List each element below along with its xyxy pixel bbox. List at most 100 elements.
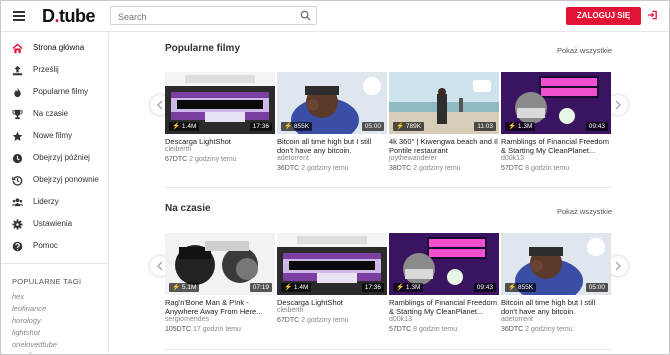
views-badge: ⚡ 1.3M — [393, 283, 424, 292]
sidebar-item-label: Strona główna — [33, 43, 85, 52]
tag-link[interactable]: hex — [12, 292, 24, 301]
home-icon — [12, 43, 23, 54]
views-badge: ⚡ 1.4M — [169, 122, 200, 131]
video-meta: 57DTC 8 godzin temu — [501, 165, 569, 172]
video-meta: 38DTC 2 godziny temu — [389, 165, 461, 172]
video-age: 2 godziny temu — [413, 165, 461, 172]
sidebar-item-label: Liderzy — [33, 197, 59, 206]
video-author[interactable]: d00k13 — [501, 155, 524, 162]
video-author[interactable]: d00k13 — [389, 316, 412, 323]
video-thumbnail[interactable]: ⚡ 1.3M 09:43 — [501, 72, 611, 134]
search-icon[interactable] — [300, 10, 311, 21]
sidebar-item-popular[interactable]: Popularne filmy — [1, 82, 109, 104]
bolt-icon: ⚡ — [396, 123, 405, 130]
sidebar-item-new[interactable]: Nowe filmy — [1, 126, 109, 148]
duration-badge: 05:00 — [361, 122, 384, 131]
sidebar-item-label: Ustawienia — [33, 219, 73, 228]
tag-link[interactable]: lightshot — [12, 328, 40, 337]
video-author[interactable]: cleiberth — [277, 307, 303, 314]
tag-link[interactable]: zanzibar — [12, 351, 40, 354]
gear-icon — [12, 219, 23, 230]
dtc-value: 36DTC — [501, 326, 524, 333]
sidebar-item-settings[interactable]: Ustawienia — [1, 214, 109, 236]
sidebar-item-trending[interactable]: Na czasie — [1, 104, 109, 126]
views-count: 1.3M — [405, 284, 421, 291]
carousel-next-button[interactable] — [608, 95, 628, 115]
video-title[interactable]: 4k 360° | Kiwengwa beach and Il Pontile … — [389, 137, 499, 155]
dtube-logo[interactable]: D.tube — [42, 6, 96, 27]
video-title[interactable]: Ramblings of Financial Freedom & Startin… — [389, 298, 499, 316]
video-author[interactable]: adetorrent — [501, 316, 533, 323]
show-all-link[interactable]: Pokaż wszystkie — [550, 207, 612, 217]
sidebar-item-upload[interactable]: Prześlij — [1, 60, 109, 82]
video-thumbnail[interactable]: ⚡ 1.4M 17:36 — [277, 233, 387, 295]
sidebar-item-help[interactable]: Pomoc — [1, 236, 109, 258]
upload-icon — [12, 65, 23, 76]
dtc-value: 57DTC — [389, 326, 412, 333]
duration-badge: 05:00 — [585, 283, 608, 292]
video-meta: 67DTC 2 godziny temu — [165, 156, 237, 163]
video-title[interactable]: Ramblings of Financial Freedom & Startin… — [501, 137, 611, 155]
video-author[interactable]: cleiberth — [165, 146, 191, 153]
show-all-link[interactable]: Pokaż wszystkie — [550, 46, 612, 56]
video-meta: 105DTC 17 godzin temu — [165, 326, 241, 333]
duration-badge: 11:03 — [474, 122, 496, 131]
video-thumbnail[interactable]: ⚡ 789K 11:03 — [389, 72, 499, 134]
bolt-icon: ⚡ — [508, 123, 517, 130]
search-input[interactable] — [111, 8, 291, 26]
menu-icon[interactable] — [13, 11, 25, 21]
video-thumbnail[interactable]: ⚡ 855K 05:00 — [501, 233, 611, 295]
bolt-icon: ⚡ — [508, 284, 517, 291]
video-author[interactable]: joythewanderer — [389, 155, 437, 162]
history-icon — [12, 176, 23, 186]
video-title[interactable]: Descarga LightShot — [165, 137, 275, 146]
tag-link[interactable]: horology — [12, 316, 41, 325]
section-title-trending: Na czasie — [165, 203, 211, 214]
chevron-left-icon — [157, 261, 163, 271]
video-title[interactable]: Descarga LightShot — [277, 298, 387, 307]
video-author[interactable]: sergiomendes — [165, 316, 209, 323]
sign-in-icon[interactable] — [647, 9, 658, 21]
video-thumbnail[interactable]: ⚡ 5.1M 07:19 — [165, 233, 275, 295]
sidebar-item-leaders[interactable]: Liderzy — [1, 192, 109, 214]
bolt-icon: ⚡ — [172, 284, 181, 291]
sidebar-item-home[interactable]: Strona główna — [1, 38, 109, 60]
sidebar: Strona główna Prześlij Popularne filmy N… — [1, 33, 109, 354]
video-meta: 57DTC 8 godzin temu — [389, 326, 457, 333]
video-thumbnail[interactable]: ⚡ 1.4M 17:36 — [165, 72, 275, 134]
bolt-icon: ⚡ — [396, 284, 405, 291]
views-count: 1.3M — [517, 123, 533, 130]
tag-link[interactable]: leofinance — [12, 304, 46, 313]
carousel-next-button[interactable] — [608, 256, 628, 276]
video-age: 17 godzin temu — [193, 326, 241, 333]
bolt-icon: ⚡ — [284, 284, 293, 291]
video-author[interactable]: adetorrent — [277, 155, 309, 162]
chevron-right-icon — [615, 261, 621, 271]
sidebar-item-watch-again[interactable]: Obejrzyj ponownie — [1, 170, 109, 192]
section-divider — [165, 187, 612, 188]
views-count: 1.4M — [293, 284, 309, 291]
sidebar-item-watch-later[interactable]: Obejrzyj później — [1, 148, 109, 170]
video-title[interactable]: Bitcoin all time high but I still don't … — [501, 298, 611, 316]
video-thumbnail[interactable]: ⚡ 1.3M 09:43 — [389, 233, 499, 295]
tag-link[interactable]: onelovedtube — [12, 340, 57, 349]
views-badge: ⚡ 1.3M — [505, 122, 536, 131]
duration-badge: 09:43 — [473, 283, 496, 292]
sidebar-item-label: Popularne filmy — [33, 87, 89, 96]
duration-badge: 09:43 — [585, 122, 608, 131]
bolt-icon: ⚡ — [284, 123, 293, 130]
views-badge: ⚡ 1.4M — [281, 283, 312, 292]
login-button[interactable]: ZALOGUJ SIĘ — [566, 7, 641, 25]
video-age: 8 godzin temu — [525, 165, 570, 172]
views-count: 855K — [293, 123, 310, 130]
duration-badge: 17:36 — [361, 283, 384, 292]
video-thumbnail[interactable]: ⚡ 855K 05:00 — [277, 72, 387, 134]
video-title[interactable]: Bitcoin all time high but I still don't … — [277, 137, 387, 155]
chevron-right-icon — [615, 100, 621, 110]
question-icon — [12, 241, 23, 252]
views-count: 1.4M — [181, 123, 197, 130]
sidebar-item-label: Na czasie — [33, 109, 69, 118]
dtc-value: 57DTC — [501, 165, 524, 172]
users-icon — [12, 198, 23, 207]
video-title[interactable]: Rag'n'Bone Man & P!nk - Anywhere Away Fr… — [165, 298, 275, 316]
